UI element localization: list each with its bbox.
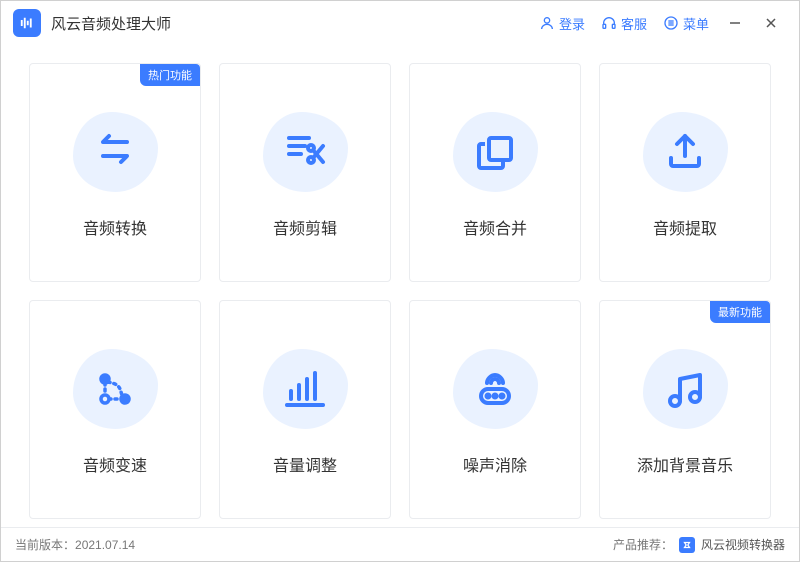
app-logo (13, 9, 41, 37)
music-icon (661, 365, 709, 413)
app-title: 风云音频处理大师 (51, 13, 171, 34)
version-value: 2021.07.14 (75, 538, 135, 552)
denoise-icon (471, 365, 519, 413)
card-audio-merge[interactable]: 音频合并 (409, 63, 581, 282)
card-bgm[interactable]: 最新功能 添加背景音乐 (599, 300, 771, 519)
card-badge: 热门功能 (140, 64, 200, 86)
service-button[interactable]: 客服 (595, 10, 653, 37)
card-label: 添加背景音乐 (637, 452, 733, 476)
menu-icon (663, 15, 679, 31)
card-audio-cut[interactable]: 音频剪辑 (219, 63, 391, 282)
card-label: 音频合并 (463, 215, 527, 239)
close-button[interactable] (755, 7, 787, 39)
recommend-link[interactable]: 风云视频转换器 (701, 536, 785, 553)
login-button[interactable]: 登录 (533, 10, 591, 37)
card-audio-convert[interactable]: 热门功能 音频转换 (29, 63, 201, 282)
card-label: 音频剪辑 (273, 215, 337, 239)
card-label: 音量调整 (273, 452, 337, 476)
volume-icon (281, 365, 329, 413)
recommend-label: 产品推荐： (613, 536, 673, 553)
headset-icon (601, 15, 617, 31)
card-label: 噪声消除 (463, 452, 527, 476)
card-denoise[interactable]: 噪声消除 (409, 300, 581, 519)
minimize-button[interactable] (719, 7, 751, 39)
convert-icon (91, 128, 139, 176)
menu-button[interactable]: 菜单 (657, 10, 715, 37)
main-grid: 热门功能 音频转换 音频剪辑 音频合并 音频提取 (1, 45, 799, 527)
recommend-logo (679, 537, 695, 553)
user-icon (539, 15, 555, 31)
minimize-icon (729, 17, 741, 29)
footer: 当前版本： 2021.07.14 产品推荐： 风云视频转换器 (1, 527, 799, 561)
card-label: 音频变速 (83, 452, 147, 476)
card-label: 音频转换 (83, 215, 147, 239)
merge-icon (471, 128, 519, 176)
extract-icon (661, 128, 709, 176)
card-label: 音频提取 (653, 215, 717, 239)
card-badge: 最新功能 (710, 301, 770, 323)
close-icon (765, 17, 777, 29)
titlebar: 风云音频处理大师 登录 客服 菜单 (1, 1, 799, 45)
version-label: 当前版本： (15, 536, 75, 553)
speed-icon (91, 365, 139, 413)
card-audio-speed[interactable]: 音频变速 (29, 300, 201, 519)
card-audio-extract[interactable]: 音频提取 (599, 63, 771, 282)
card-volume-adjust[interactable]: 音量调整 (219, 300, 391, 519)
cut-icon (281, 128, 329, 176)
